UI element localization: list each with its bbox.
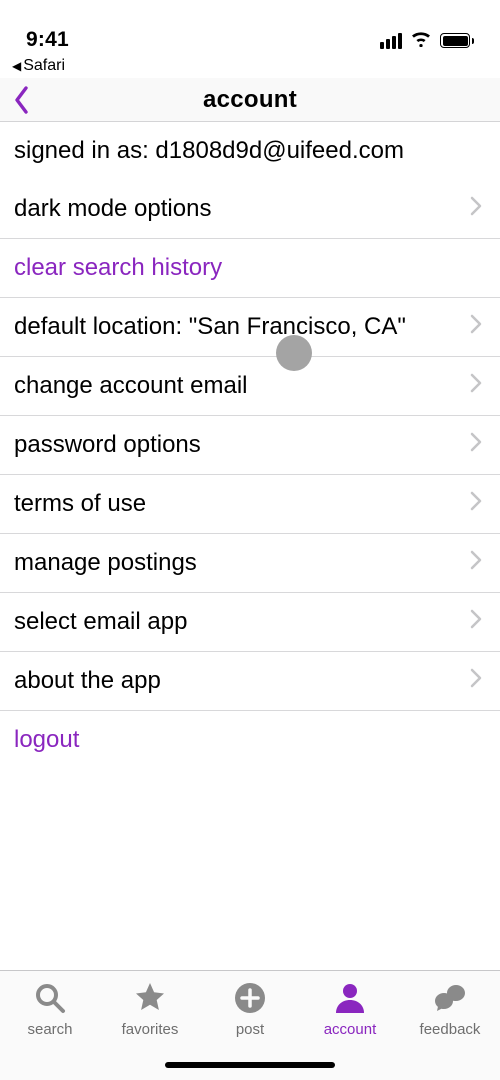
star-icon [133, 981, 167, 1015]
tab-account-label: account [324, 1021, 377, 1038]
tab-favorites-label: favorites [122, 1021, 179, 1038]
chevron-right-icon [470, 548, 482, 578]
row-password-options[interactable]: password options [0, 416, 500, 475]
row-signed-in-as: signed in as: d1808d9d@uifeed.com [0, 122, 500, 180]
home-indicator[interactable] [165, 1062, 335, 1068]
chevron-right-icon [470, 312, 482, 342]
clear-history-label: clear search history [14, 253, 222, 283]
row-logout[interactable]: logout [0, 711, 500, 769]
tab-search[interactable]: search [0, 981, 100, 1052]
chevron-right-icon [470, 607, 482, 637]
row-clear-search-history[interactable]: clear search history [0, 239, 500, 298]
chevron-right-icon [470, 430, 482, 460]
status-icons [380, 29, 474, 52]
row-about-the-app[interactable]: about the app [0, 652, 500, 711]
row-terms-of-use[interactable]: terms of use [0, 475, 500, 534]
nav-bar: account [0, 78, 500, 122]
row-change-account-email[interactable]: change account email [0, 357, 500, 416]
logout-label: logout [14, 725, 79, 755]
about-label: about the app [14, 666, 161, 696]
battery-icon [440, 33, 474, 48]
page-title: account [203, 86, 297, 114]
back-triangle-icon: ◀ [12, 59, 21, 73]
chevron-left-icon [12, 86, 32, 114]
row-select-email-app[interactable]: select email app [0, 593, 500, 652]
chevron-right-icon [470, 666, 482, 696]
breadcrumb-label: Safari [23, 57, 65, 75]
tab-account[interactable]: account [300, 981, 400, 1052]
cellular-signal-icon [380, 33, 402, 49]
chevron-right-icon [470, 371, 482, 401]
chat-bubbles-icon [433, 981, 467, 1015]
settings-list: signed in as: d1808d9d@uifeed.com dark m… [0, 122, 500, 769]
chevron-right-icon [470, 489, 482, 519]
email-app-label: select email app [14, 607, 187, 637]
search-icon [33, 981, 67, 1015]
tab-post-label: post [236, 1021, 264, 1038]
manage-label: manage postings [14, 548, 197, 578]
plus-circle-icon [233, 981, 267, 1015]
tab-feedback[interactable]: feedback [400, 981, 500, 1052]
signed-in-label: signed in as: d1808d9d@uifeed.com [14, 136, 404, 166]
tab-favorites[interactable]: favorites [100, 981, 200, 1052]
chevron-right-icon [470, 194, 482, 224]
touch-indicator-icon [276, 335, 312, 371]
terms-label: terms of use [14, 489, 146, 519]
status-time: 9:41 [26, 28, 69, 52]
person-icon [333, 981, 367, 1015]
password-label: password options [14, 430, 201, 460]
change-email-label: change account email [14, 371, 247, 401]
wifi-icon [410, 29, 432, 52]
tab-feedback-label: feedback [420, 1021, 481, 1038]
row-dark-mode-options[interactable]: dark mode options [0, 180, 500, 239]
default-location-label: default location: "San Francisco, CA" [14, 312, 406, 342]
dark-mode-label: dark mode options [14, 194, 211, 224]
row-manage-postings[interactable]: manage postings [0, 534, 500, 593]
tab-post[interactable]: post [200, 981, 300, 1052]
tab-search-label: search [27, 1021, 72, 1038]
nav-back-button[interactable] [12, 86, 32, 114]
row-default-location[interactable]: default location: "San Francisco, CA" [0, 298, 500, 357]
breadcrumb-back-to-safari[interactable]: ◀ Safari [0, 54, 500, 78]
status-bar: 9:41 [0, 0, 500, 54]
